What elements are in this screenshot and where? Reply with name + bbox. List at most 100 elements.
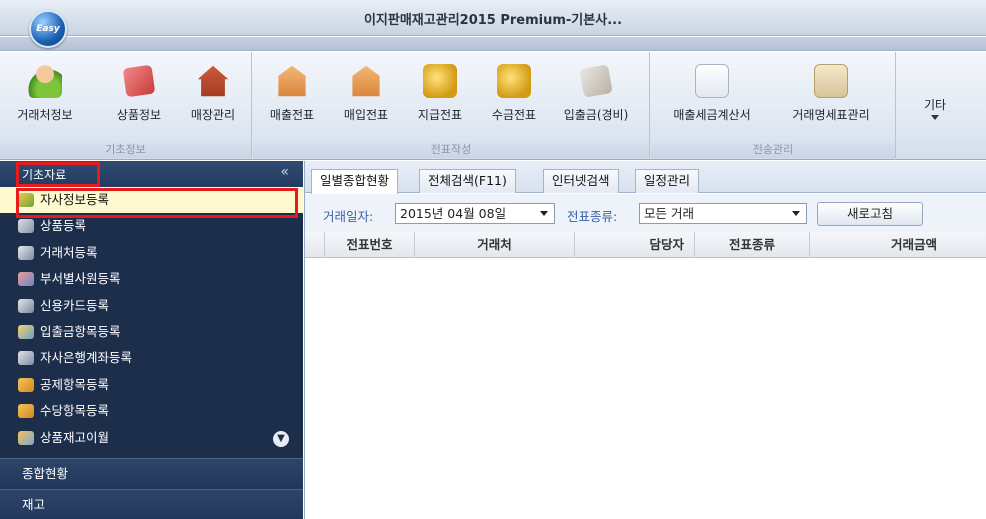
sidebar-item-allowance[interactable]: 수당항목등록 xyxy=(0,398,303,424)
payment-slip-button[interactable]: 지급전표 xyxy=(407,64,473,128)
sidebar-section-inventory[interactable]: 재고 xyxy=(0,489,303,519)
stock-carry-icon xyxy=(18,430,34,445)
slip-type-dropdown-arrow-icon xyxy=(792,211,800,216)
grid-body[interactable] xyxy=(305,258,986,519)
collection-slip-button[interactable]: 수금전표 xyxy=(481,64,547,128)
sidebar-item-label: 입출금항목등록 xyxy=(40,323,121,339)
purchase-slip-icon xyxy=(352,65,380,97)
sidebar-section-overview[interactable]: 종합현황 xyxy=(0,458,303,489)
sales-tax-invoice-button[interactable]: 매출세금계산서 xyxy=(657,64,767,128)
column-header-slip-no[interactable]: 전표번호 xyxy=(325,232,415,258)
sidebar-item-department-staff[interactable]: 부서별사원등록 xyxy=(0,266,303,292)
item-highlight-box xyxy=(16,188,298,218)
ribbon-group-etc: 기타 xyxy=(897,52,986,160)
sidebar-item-partner[interactable]: 거래처등록 xyxy=(0,240,303,266)
slip-type-select[interactable]: 모든 거래 xyxy=(639,203,807,224)
column-header-amount[interactable]: 거래금액 xyxy=(810,232,986,258)
payment-coins-icon xyxy=(423,64,457,98)
transaction-statement-label: 거래명세표관리 xyxy=(792,108,870,122)
deduction-icon xyxy=(18,377,34,392)
sidebar-item-bank-account[interactable]: 자사은행계좌등록 xyxy=(0,345,303,371)
ribbon-group-label-transmission: 전송관리 xyxy=(651,142,895,158)
sidebar-item-label: 신용카드등록 xyxy=(40,297,110,313)
cash-expense-label: 입출금(경비) xyxy=(563,108,629,122)
box-icon xyxy=(18,219,34,234)
product-info-button[interactable]: 상품정보 xyxy=(104,64,174,128)
sidebar-item-label: 공제항목등록 xyxy=(40,376,110,392)
sidebar-item-deduction[interactable]: 공제항목등록 xyxy=(0,372,303,398)
ribbon-group-transmission: 매출세금계산서 거래명세표관리 전송관리 xyxy=(651,52,896,160)
partner-person-icon xyxy=(28,64,62,98)
allowance-icon xyxy=(18,404,34,419)
store-manage-label: 매장관리 xyxy=(190,108,236,122)
sidebar-item-label: 자사은행계좌등록 xyxy=(40,350,133,366)
date-filter-label: 거래일자: xyxy=(323,209,374,224)
credit-card-icon xyxy=(18,298,34,313)
ribbon-group-basic-info: 거래처정보 상품정보 매장관리 기초정보 xyxy=(0,52,252,160)
sales-slip-button[interactable]: 매출전표 xyxy=(259,64,325,128)
column-header-slip-type[interactable]: 전표종류 xyxy=(695,232,810,258)
etc-dropdown-arrow-icon xyxy=(931,115,939,120)
cash-flow-icon xyxy=(18,324,34,339)
sales-slip-icon xyxy=(278,65,306,97)
sidebar-collapse-icon[interactable]: « xyxy=(280,164,289,180)
title-bar: 이지판매재고관리2015 Premium-기본사... xyxy=(0,0,986,36)
sidebar-item-cash-flow[interactable]: 입출금항목등록 xyxy=(0,319,303,345)
cash-expense-button[interactable]: 입출금(경비) xyxy=(553,64,639,128)
tab-bar: 일별종합현황 전체검색(F11) 인터넷검색 일정관리 xyxy=(305,161,986,194)
row-indicator-header xyxy=(305,232,325,258)
column-header-partner[interactable]: 거래처 xyxy=(415,232,575,258)
slip-type-value: 모든 거래 xyxy=(644,206,694,221)
window-title: 이지판매재고관리2015 Premium-기본사... xyxy=(363,13,623,28)
product-box-icon xyxy=(122,64,156,98)
sidebar-item-label: 부서별사원등록 xyxy=(40,271,121,287)
etc-menu-label: 기타 xyxy=(923,98,947,112)
product-info-label: 상품정보 xyxy=(116,108,162,122)
app-logo-icon[interactable]: Easy xyxy=(29,10,67,48)
tab-daily-summary[interactable]: 일별종합현황 xyxy=(311,169,399,194)
staff-icon xyxy=(18,272,34,287)
sidebar: 기초자료 « 자사정보등록 상품등록 거래처등록 부서별사원등록 신용카드등록 … xyxy=(0,161,303,519)
purchase-slip-button[interactable]: 매입전표 xyxy=(333,64,399,128)
header-highlight-box xyxy=(16,162,100,187)
main-panel: 일별종합현황 전체검색(F11) 인터넷검색 일정관리 거래일자: 2015년 … xyxy=(304,161,986,519)
sales-slip-label: 매출전표 xyxy=(269,108,315,122)
store-manage-button[interactable]: 매장관리 xyxy=(178,64,248,128)
ribbon-group-label-slip: 전표작성 xyxy=(253,142,649,158)
grid-header: 전표번호 거래처 담당자 전표종류 거래금액 xyxy=(305,232,986,258)
partner-icon xyxy=(18,245,34,260)
sidebar-item-credit-card[interactable]: 신용카드등록 xyxy=(0,293,303,319)
date-dropdown-arrow-icon xyxy=(540,211,548,216)
ribbon-group-slip: 매출전표 매입전표 지급전표 수금전표 입출금(경비) 전표작성 xyxy=(253,52,650,160)
collection-coins-icon xyxy=(497,64,531,98)
partner-info-button[interactable]: 거래처정보 xyxy=(10,64,80,128)
payment-slip-label: 지급전표 xyxy=(417,108,463,122)
sidebar-list: 자사정보등록 상품등록 거래처등록 부서별사원등록 신용카드등록 입출금항목등록… xyxy=(0,187,303,451)
sidebar-item-stock-carry[interactable]: 상품재고이월 xyxy=(0,425,303,451)
purchase-slip-label: 매입전표 xyxy=(343,108,389,122)
ribbon: 거래처정보 상품정보 매장관리 기초정보 매출전표 매입전표 지급전표 수금전표 xyxy=(0,52,986,160)
tab-schedule[interactable]: 일정관리 xyxy=(635,169,700,193)
transaction-statement-button[interactable]: 거래명세표관리 xyxy=(775,64,887,128)
statement-clipboard-icon xyxy=(814,64,848,98)
sidebar-item-label: 거래처등록 xyxy=(40,244,98,260)
ribbon-group-label-basic-info: 기초정보 xyxy=(0,142,251,158)
date-select[interactable]: 2015년 04월 08일 xyxy=(395,203,555,224)
bank-icon xyxy=(18,351,34,366)
filter-bar: 거래일자: 2015년 04월 08일 전표종류: 모든 거래 새로고침 xyxy=(305,194,986,232)
scroll-down-icon[interactable]: ▼ xyxy=(273,431,289,447)
slip-type-label: 전표종류: xyxy=(567,209,618,224)
refresh-button[interactable]: 새로고침 xyxy=(817,202,923,226)
date-select-value: 2015년 04월 08일 xyxy=(400,206,507,221)
cash-expense-icon xyxy=(579,64,613,98)
sidebar-item-label: 상품재고이월 xyxy=(40,429,110,445)
tab-internet-search[interactable]: 인터넷검색 xyxy=(543,169,619,193)
tab-full-search[interactable]: 전체검색(F11) xyxy=(419,169,516,193)
quick-access-bar xyxy=(0,37,986,51)
sidebar-item-label: 수당항목등록 xyxy=(40,403,110,419)
sales-tax-invoice-label: 매출세금계산서 xyxy=(673,108,751,122)
collection-slip-label: 수금전표 xyxy=(491,108,537,122)
column-header-manager[interactable]: 담당자 xyxy=(575,232,695,258)
etc-menu-button[interactable]: 기타 xyxy=(905,96,965,160)
tax-invoice-doc-icon xyxy=(695,64,729,98)
